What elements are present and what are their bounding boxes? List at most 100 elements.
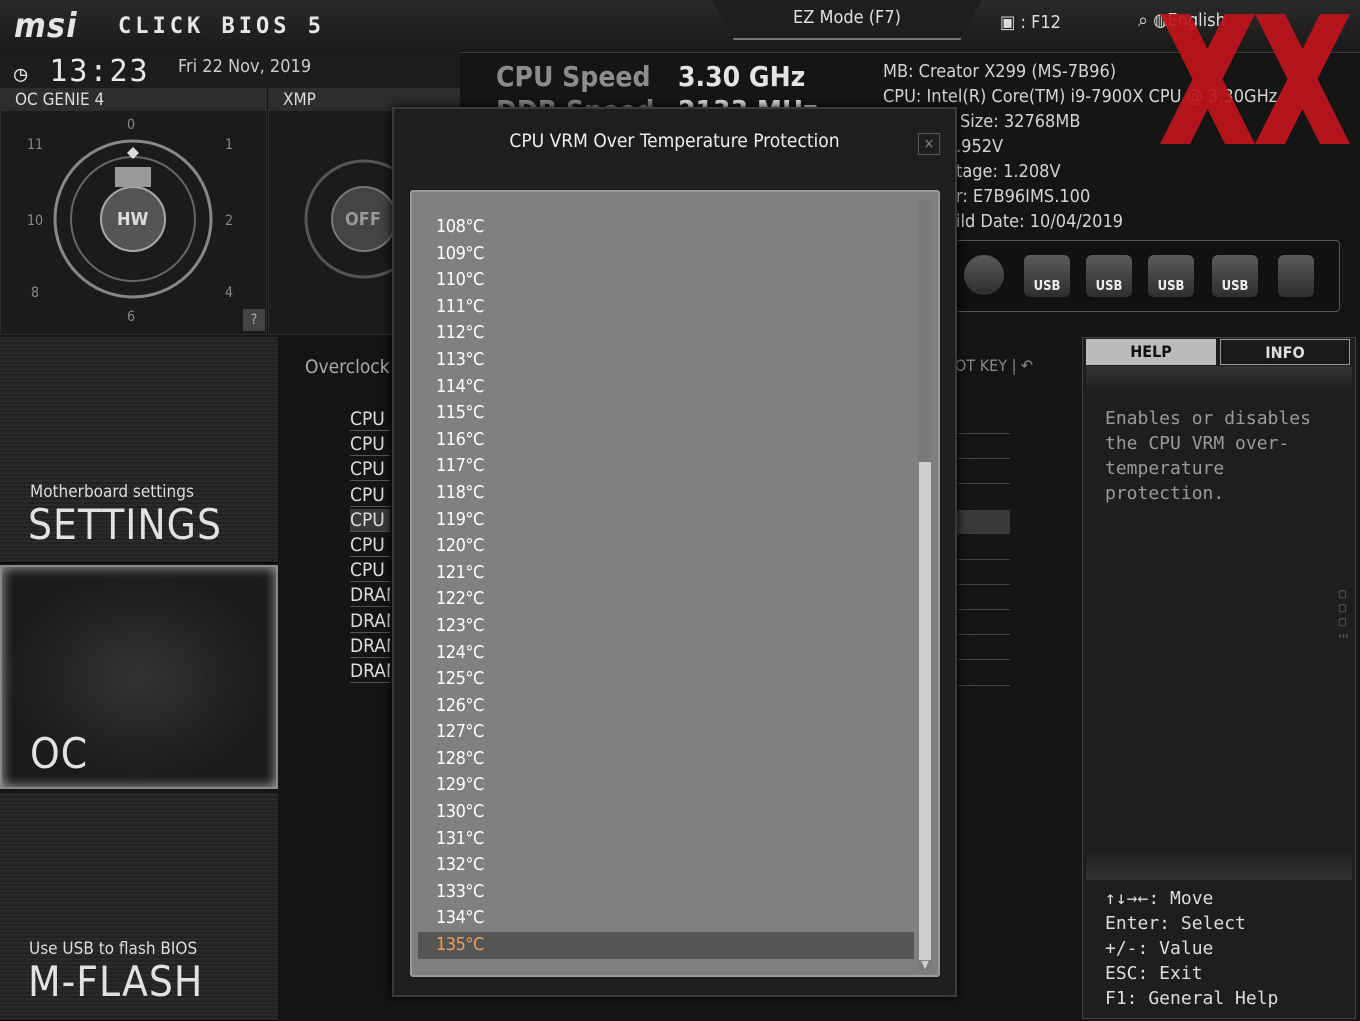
scrollbar-thumb[interactable] bbox=[919, 462, 931, 960]
option-item[interactable]: 108°C bbox=[418, 214, 914, 241]
help-scroll-bottom bbox=[1086, 850, 1352, 880]
option-item[interactable]: 133°C bbox=[418, 879, 914, 906]
option-item[interactable]: 127°C bbox=[418, 719, 914, 746]
option-item[interactable]: 128°C bbox=[418, 746, 914, 773]
msi-logo: msi bbox=[14, 6, 78, 46]
panel-collapse-icon[interactable]: ▢ ▢ ▢ ‹‹‹ bbox=[1338, 588, 1352, 644]
option-item[interactable]: 118°C bbox=[418, 480, 914, 507]
boot-device-usb-icon[interactable]: USB bbox=[1148, 255, 1194, 297]
settings-button[interactable]: Motherboard settings SETTINGS bbox=[0, 337, 278, 563]
option-item[interactable]: 117°C bbox=[418, 453, 914, 480]
option-item[interactable]: 112°C bbox=[418, 320, 914, 347]
popup-title: CPU VRM Over Temperature Protection bbox=[509, 130, 840, 152]
divider bbox=[957, 559, 1010, 560]
setting-item[interactable]: CPU bbox=[350, 534, 390, 557]
key-hint: Enter: Select bbox=[1105, 913, 1246, 934]
option-item[interactable]: 134°C bbox=[418, 905, 914, 932]
divider bbox=[957, 685, 1010, 686]
divider bbox=[957, 634, 1010, 635]
bios-version: r: E7B96IMS.100 bbox=[956, 186, 1091, 207]
option-item[interactable]: 119°C bbox=[418, 507, 914, 534]
setting-item[interactable]: CPU bbox=[350, 408, 390, 431]
divider bbox=[957, 483, 1010, 484]
close-icon[interactable]: × bbox=[918, 133, 940, 155]
help-description: Enables or disables the CPU VRM over-tem… bbox=[1105, 408, 1311, 504]
screenshot-key-label: F12 bbox=[1031, 12, 1061, 33]
option-item[interactable]: 130°C bbox=[418, 799, 914, 826]
key-hint: +/-: Value bbox=[1105, 938, 1214, 959]
setting-item[interactable]: CPU bbox=[350, 559, 390, 583]
divider bbox=[957, 433, 1010, 434]
divider bbox=[957, 584, 1010, 585]
tab-oc-genie[interactable]: OC GENIE 4 bbox=[1, 89, 266, 111]
xx-watermark-logo bbox=[1160, 14, 1350, 144]
dial-number: 11 bbox=[27, 137, 44, 153]
option-item[interactable]: 122°C bbox=[418, 586, 914, 613]
dial-number: 10 bbox=[27, 213, 44, 229]
option-listbox[interactable]: 108°C 109°C 110°C 111°C 112°C 113°C 114°C 115°C… bbox=[410, 190, 940, 977]
bios-build-date: ild Date: 10/04/2019 bbox=[956, 211, 1124, 232]
option-item[interactable]: 116°C bbox=[418, 427, 914, 454]
search-icon: ⌕ bbox=[1138, 10, 1149, 31]
ddr-speed-value: 2133 MHz bbox=[678, 94, 818, 108]
dial-number: 2 bbox=[225, 213, 234, 229]
boot-device-usb-icon[interactable]: USB bbox=[1086, 255, 1132, 297]
option-item[interactable]: 121°C bbox=[418, 560, 914, 587]
clock-icon: ◷ bbox=[14, 62, 30, 87]
date-label: Fri 22 Nov, 2019 bbox=[178, 56, 312, 77]
key-hint: F1: General Help bbox=[1105, 988, 1279, 1009]
dial-number: 0 bbox=[127, 117, 136, 133]
scroll-down-icon[interactable]: ▼ bbox=[918, 958, 932, 971]
m-flash-button[interactable]: Use USB to flash BIOS M-FLASH bbox=[0, 793, 278, 1021]
hotkey-label[interactable]: OT KEY | ↶ bbox=[955, 356, 1033, 375]
ddr-speed-label: DDR Speed bbox=[496, 94, 654, 108]
ez-mode-button[interactable]: EZ Mode (F7) bbox=[712, 0, 982, 40]
oc-genie-panel: OC GENIE 4 HW 0 1 2 4 6 8 10 11 ? bbox=[0, 88, 267, 335]
tab-info[interactable]: INFO bbox=[1220, 339, 1350, 365]
boot-device-network-icon[interactable] bbox=[1278, 255, 1314, 297]
option-item[interactable]: 114°C bbox=[418, 374, 914, 401]
option-item[interactable]: 135°C bbox=[418, 932, 914, 959]
setting-item[interactable]: DRAM bbox=[350, 584, 390, 608]
option-item[interactable]: 110°C bbox=[418, 267, 914, 294]
divider bbox=[957, 609, 1010, 610]
option-item[interactable]: 111°C bbox=[418, 294, 914, 321]
option-item[interactable]: 126°C bbox=[418, 693, 914, 720]
setting-item[interactable]: CPU bbox=[350, 433, 390, 457]
oc-genie-help-button[interactable]: ? bbox=[243, 309, 265, 331]
setting-item[interactable]: DRAM bbox=[350, 635, 390, 658]
boot-device-usb-icon[interactable]: USB bbox=[1024, 255, 1070, 297]
option-item[interactable]: 115°C bbox=[418, 400, 914, 427]
dial-number: 8 bbox=[31, 285, 40, 301]
divider bbox=[957, 659, 1010, 660]
settings-subtitle: Motherboard settings bbox=[30, 482, 194, 502]
option-item[interactable]: 123°C bbox=[418, 613, 914, 640]
ddr-voltage: tage: 1.208V bbox=[956, 161, 1061, 182]
setting-item[interactable]: DRAM bbox=[350, 610, 390, 633]
boot-priority-bar: USB USB USB USB bbox=[955, 240, 1340, 312]
option-item[interactable]: 124°C bbox=[418, 640, 914, 667]
option-item[interactable]: 113°C bbox=[418, 347, 914, 374]
boot-device-usb-icon[interactable]: USB bbox=[1212, 255, 1258, 297]
setting-item[interactable]: CPU bbox=[350, 484, 390, 507]
option-item[interactable]: 125°C bbox=[418, 666, 914, 693]
hotkey-text: OT KEY | bbox=[955, 356, 1017, 375]
option-list: 108°C 109°C 110°C 111°C 112°C 113°C 114°C 115°C… bbox=[418, 214, 914, 959]
undo-icon[interactable]: ↶ bbox=[1021, 356, 1033, 375]
option-item[interactable]: 120°C bbox=[418, 533, 914, 560]
option-item[interactable]: 109°C bbox=[418, 241, 914, 268]
setting-item[interactable]: CPU bbox=[350, 508, 390, 532]
setting-item[interactable]: CPU bbox=[350, 458, 390, 482]
tab-help[interactable]: HELP bbox=[1086, 339, 1216, 365]
time-label: 13:23 bbox=[49, 54, 150, 89]
option-item[interactable]: 129°C bbox=[418, 772, 914, 799]
oc-button[interactable]: OC bbox=[0, 565, 278, 789]
boot-device-disc-icon[interactable] bbox=[964, 255, 1004, 295]
option-item[interactable]: 131°C bbox=[418, 826, 914, 853]
camera-icon: ▣ bbox=[1000, 12, 1016, 33]
screenshot-button[interactable]: ▣ : F12 bbox=[1000, 12, 1061, 33]
mb-info: MB: Creator X299 (MS-7B96) bbox=[883, 61, 1117, 82]
option-item[interactable]: 132°C bbox=[418, 852, 914, 879]
highlighted-row bbox=[957, 510, 1010, 534]
setting-item[interactable]: DRAM bbox=[350, 660, 390, 683]
